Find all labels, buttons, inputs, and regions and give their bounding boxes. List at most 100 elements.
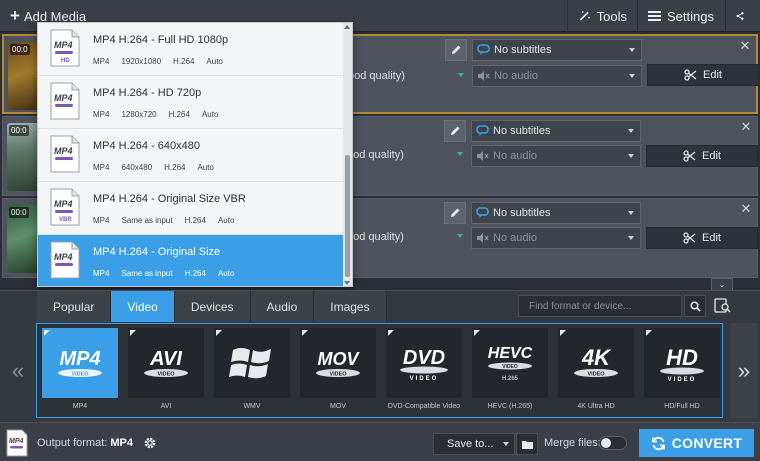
preset-item[interactable]: MP4 MP4 H.264 - HD 720p MP4 1280x720 H.264… [38,76,345,129]
edit-label: Edit [702,232,721,244]
chevron-down-icon [457,234,463,238]
search-button[interactable] [684,295,706,317]
preset-item-selected[interactable]: MP4 MP4 H.264 - Original Size MP4 Same as… [38,235,345,286]
preset-title: MP4 H.264 - 640x480 [93,140,201,152]
preset-meta: MP4 1280x720 H.264 Auto [93,110,219,119]
format-scroll-right-button[interactable]: » [730,323,758,418]
speaker-muted-icon [477,70,490,82]
format-logo: 4K VIDEO [558,328,634,398]
tab-video[interactable]: Video [111,291,175,322]
audio-label: No audio [494,70,539,82]
chevron-down-icon [628,129,634,133]
4k-logo-icon: 4K VIDEO [574,345,618,378]
remove-file-button[interactable]: ✕ [739,201,753,217]
format-search-input[interactable] [518,295,682,317]
preset-item[interactable]: MP4 VBR MP4 H.264 - Original Size VBR MP… [38,182,345,235]
mp4-logo-icon: MP4 VIDEO [58,348,102,378]
format-label: 4K Ultra HD [577,403,615,410]
windows-logo-icon [229,348,271,379]
tab-images[interactable]: Images [314,291,387,322]
quality-dropdown[interactable]: ood quality) [348,65,468,87]
mp4-file-icon: MP4 [50,241,80,279]
menu-scrollbar[interactable] [343,23,352,286]
subtitles-dropdown[interactable]: No subtitles [471,202,641,224]
rename-button[interactable] [445,39,467,61]
dvd-logo-icon: DVD VIDEO [400,347,448,382]
preset-dropdown-menu: MP4 HD MP4 H.264 - Full HD 1080p MP4 1920… [37,22,353,287]
preset-item[interactable]: MP4 HD MP4 H.264 - Full HD 1080p MP4 1920… [38,23,345,76]
chevron-down-icon [458,73,464,77]
quality-dropdown[interactable]: ood quality) [347,144,467,166]
audio-dropdown[interactable]: No audio [472,65,642,87]
svg-text:VBR: VBR [59,217,72,223]
tab-devices[interactable]: Devices [174,291,251,322]
scissors-icon [683,150,696,162]
chevron-down-icon [628,236,634,240]
duration-label: 00:0 [9,207,29,218]
merge-files-toggle[interactable] [599,436,627,450]
edit-button[interactable]: Edit [647,64,759,86]
format-logo [214,328,290,398]
svg-text:VIDEO: VIDEO [71,372,89,378]
format-logo: MOV VIDEO [300,328,376,398]
preset-title: MP4 H.264 - Original Size [93,246,221,258]
format-tile-hd[interactable]: HD VIDEO HD/Full HD [644,328,720,418]
mp4-file-icon: MP4 [50,82,80,120]
tools-button[interactable]: Tools [567,0,637,32]
preset-title: MP4 H.264 - Original Size VBR [93,193,246,205]
open-folder-button[interactable] [516,433,538,455]
remove-file-button[interactable]: ✕ [739,119,753,135]
avi-logo-icon: AVI VIDEO [144,348,188,378]
subtitles-label: No subtitles [494,44,552,56]
share-icon [736,12,744,20]
chevron-down-icon [628,154,634,158]
save-to-button[interactable]: Save to... [433,433,515,455]
svg-text:AVI: AVI [149,348,182,370]
chevron-down-icon [457,152,463,156]
tab-audio[interactable]: Audio [250,291,315,322]
audio-dropdown[interactable]: No audio [471,145,641,167]
scissors-icon [684,69,697,81]
collapse-panel-button[interactable]: ⌄ [711,278,733,290]
remove-file-button[interactable]: ✕ [738,38,752,54]
edit-button[interactable]: Edit [646,227,758,249]
subtitles-dropdown[interactable]: No subtitles [471,120,641,142]
format-tile-hevc[interactable]: HEVC VIDEO H.265 HEVC (H.265) [472,328,548,418]
format-tile-dvd[interactable]: DVD VIDEO DVD-Compatible Video [386,328,462,418]
quality-dropdown[interactable]: ood quality) [347,226,467,248]
quality-label: ood quality) [347,231,404,243]
format-label: HD/Full HD [664,403,700,410]
magic-wand-icon [579,11,590,21]
rename-button[interactable] [444,202,466,224]
output-settings-button[interactable] [141,434,158,451]
convert-button[interactable]: CONVERT [639,429,754,457]
svg-text:MP4: MP4 [9,438,24,445]
audio-dropdown[interactable]: No audio [471,227,641,249]
scrollbar-thumb[interactable] [345,155,350,277]
format-scroll-left-button[interactable]: « [4,323,32,418]
tools-label: Tools [596,8,627,24]
tab-popular[interactable]: Popular [37,291,112,322]
speech-bubble-icon [476,207,489,219]
svg-text:MP4: MP4 [54,40,73,50]
output-format-icon[interactable]: MP4 [6,429,28,457]
svg-text:HD: HD [61,58,70,64]
rename-button[interactable] [444,120,466,142]
settings-button[interactable]: Settings [637,0,725,32]
detect-device-button[interactable] [712,295,734,317]
share-button[interactable] [725,0,760,32]
format-tile-avi[interactable]: AVI VIDEO AVI [128,328,204,418]
scroll-down-icon[interactable] [344,281,350,285]
preset-item[interactable]: MP4 MP4 H.264 - 640x480 MP4 640x480 H.264 A… [38,129,345,182]
output-format-value: MP4 [110,437,133,449]
mp4-file-icon: MP4 VBR [50,188,80,226]
subtitles-dropdown[interactable]: No subtitles [472,39,642,61]
edit-button[interactable]: Edit [646,145,758,167]
svg-text:VIDEO: VIDEO [502,364,518,370]
scroll-up-icon[interactable] [344,25,350,29]
format-tile-wmv[interactable]: WMV [214,328,290,418]
format-tile-mov[interactable]: MOV VIDEO MOV [300,328,376,418]
preset-title: MP4 H.264 - Full HD 1080p [93,34,229,46]
format-tile-mp4[interactable]: MP4 VIDEO MP4 [42,328,118,418]
format-tile-4k[interactable]: 4K VIDEO 4K Ultra HD [558,328,634,418]
